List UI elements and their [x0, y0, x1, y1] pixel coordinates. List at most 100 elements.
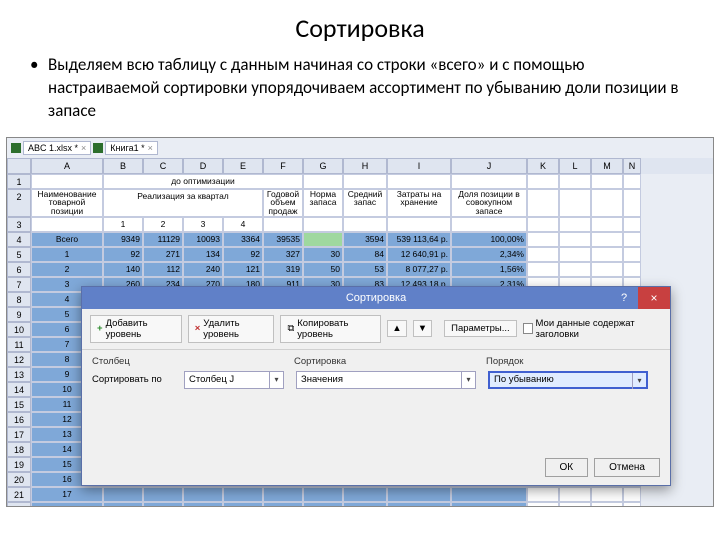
delete-level-button[interactable]: × Удалить уровень	[188, 315, 275, 343]
cell[interactable]: 3	[183, 217, 223, 232]
dialog-toolbar: + Добавить уровень × Удалить уровень ⧉ К…	[82, 309, 670, 350]
copy-level-button[interactable]: ⧉ Копировать уровень	[280, 315, 381, 343]
cell[interactable]: Реализация за квартал	[103, 189, 263, 217]
cell[interactable]: 9349	[103, 232, 143, 247]
document-tab[interactable]: ABC 1.xlsx * ×	[23, 141, 91, 155]
cell[interactable]: 39535	[263, 232, 303, 247]
tab-label: Книга1 *	[110, 143, 144, 153]
row-header[interactable]: 22	[7, 502, 31, 507]
row-header[interactable]: 13	[7, 367, 31, 382]
row-header[interactable]: 12	[7, 352, 31, 367]
row-header[interactable]: 4	[7, 232, 31, 247]
row-header[interactable]: 5	[7, 247, 31, 262]
move-down-button[interactable]: ▼	[413, 320, 432, 337]
slide-bullet: Выделяем всю таблицу с данным начиная со…	[48, 54, 690, 123]
cell[interactable]: 3364	[223, 232, 263, 247]
row-header[interactable]: 15	[7, 397, 31, 412]
row-header[interactable]: 8	[7, 292, 31, 307]
column-headers: A B C D E F G H I J K L M N	[7, 158, 713, 174]
slide-title: Сортировка	[0, 12, 720, 44]
row-header[interactable]: 6	[7, 262, 31, 277]
row-header[interactable]: 2	[7, 189, 31, 217]
cell[interactable]: до оптимизации	[103, 174, 303, 189]
row-header[interactable]: 14	[7, 382, 31, 397]
row-header[interactable]: 18	[7, 442, 31, 457]
close-button[interactable]: ×	[638, 287, 670, 309]
cell[interactable]: 17	[31, 487, 103, 502]
dialog-footer: ОК Отмена	[545, 458, 661, 477]
col-header[interactable]: M	[591, 158, 623, 174]
tab-label: ABC 1.xlsx *	[28, 143, 78, 153]
cell[interactable]: Всего	[31, 232, 103, 247]
row-header[interactable]: 21	[7, 487, 31, 502]
row-header[interactable]: 7	[7, 277, 31, 292]
spreadsheet-icon	[11, 143, 21, 153]
row-header[interactable]: 1	[7, 174, 31, 189]
spreadsheet-screenshot: ABC 1.xlsx * × Книга1 * × A B C D E F G …	[6, 137, 714, 507]
row-header[interactable]: 16	[7, 412, 31, 427]
add-level-button[interactable]: + Добавить уровень	[90, 315, 182, 343]
cell[interactable]: Доля позиции в совокупном запасе	[451, 189, 527, 217]
copy-icon: ⧉	[287, 323, 294, 334]
row-header[interactable]: 11	[7, 337, 31, 352]
chevron-down-icon: ▾	[269, 372, 283, 388]
col-header[interactable]: K	[527, 158, 559, 174]
document-tabs: ABC 1.xlsx * × Книга1 * ×	[7, 138, 713, 158]
move-up-button[interactable]: ▲	[387, 320, 406, 337]
cell[interactable]: 1	[31, 247, 103, 262]
col-header[interactable]: E	[223, 158, 263, 174]
sort-order-select[interactable]: По убыванию ▾	[488, 371, 648, 389]
cell[interactable]: 3594	[343, 232, 387, 247]
cell[interactable]: 10093	[183, 232, 223, 247]
row-header[interactable]: 19	[7, 457, 31, 472]
chevron-down-icon: ▾	[461, 372, 475, 388]
col-header[interactable]: H	[343, 158, 387, 174]
col-header[interactable]: N	[623, 158, 641, 174]
cell[interactable]: 2	[143, 217, 183, 232]
cell[interactable]: 100,00%	[451, 232, 527, 247]
row-header[interactable]: 3	[7, 217, 31, 232]
row-header[interactable]: 9	[7, 307, 31, 322]
cell[interactable]: Затраты на хранение	[387, 189, 451, 217]
help-button[interactable]: ?	[612, 287, 636, 309]
cell[interactable]: 18	[31, 502, 103, 507]
cell[interactable]: Наименование товарной позиции	[31, 189, 103, 217]
col-header[interactable]: B	[103, 158, 143, 174]
document-tab[interactable]: Книга1 * ×	[105, 141, 158, 155]
cell[interactable]: 4	[223, 217, 263, 232]
row-header[interactable]: 17	[7, 427, 31, 442]
row-header[interactable]: 10	[7, 322, 31, 337]
close-icon[interactable]: ×	[148, 143, 153, 153]
parameters-button[interactable]: Параметры...	[444, 320, 517, 337]
x-icon: ×	[195, 323, 201, 334]
col-header[interactable]: I	[387, 158, 451, 174]
cell[interactable]: 539 113,64 р.	[387, 232, 451, 247]
close-icon[interactable]: ×	[81, 143, 86, 153]
cell[interactable]: Норма запаса	[303, 189, 343, 217]
col-header[interactable]: L	[559, 158, 591, 174]
col-heading: Сортировка	[294, 356, 474, 367]
headers-checkbox[interactable]: Мои данные содержат заголовки	[523, 318, 662, 340]
col-header[interactable]: C	[143, 158, 183, 174]
ok-button[interactable]: ОК	[545, 458, 589, 477]
dialog-titlebar: Сортировка ? ×	[82, 287, 670, 309]
cell[interactable]: Годовой объем продаж	[263, 189, 303, 217]
cancel-button[interactable]: Отмена	[594, 458, 660, 477]
col-header[interactable]: D	[183, 158, 223, 174]
dialog-title: Сортировка	[346, 292, 406, 304]
spreadsheet-icon	[93, 143, 103, 153]
checkbox-icon	[523, 323, 533, 334]
sort-column-select[interactable]: Столбец J ▾	[184, 371, 284, 389]
col-header[interactable]: A	[31, 158, 103, 174]
col-header[interactable]: F	[263, 158, 303, 174]
cell[interactable]: 1	[103, 217, 143, 232]
cell[interactable]: Средний запас	[343, 189, 387, 217]
corner-cell[interactable]	[7, 158, 31, 174]
sort-on-select[interactable]: Значения ▾	[296, 371, 476, 389]
col-header[interactable]: J	[451, 158, 527, 174]
cell[interactable]: 11129	[143, 232, 183, 247]
chevron-down-icon: ▾	[632, 373, 646, 389]
cell[interactable]	[303, 232, 343, 247]
row-header[interactable]: 20	[7, 472, 31, 487]
col-header[interactable]: G	[303, 158, 343, 174]
